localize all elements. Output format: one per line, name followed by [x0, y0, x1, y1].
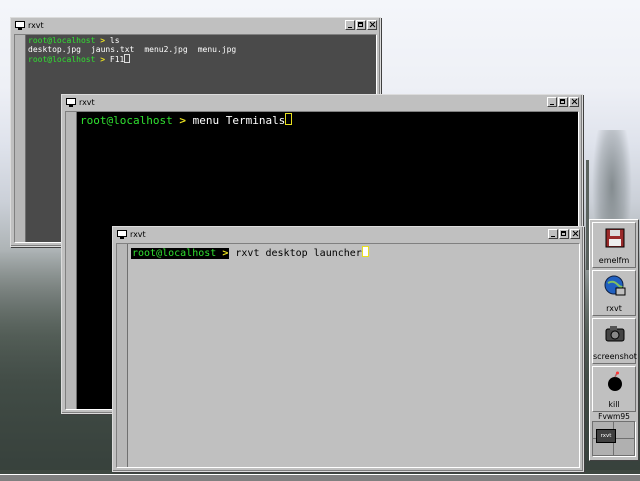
prompt-user: root@localhost [28, 36, 96, 45]
bomb-icon [608, 371, 622, 391]
file-name: jauns.txt [90, 45, 135, 54]
close-button[interactable] [570, 229, 580, 239]
file-name: menu.jpg [197, 45, 237, 54]
pager-desk[interactable] [614, 439, 635, 456]
close-button[interactable] [367, 20, 377, 30]
window-title: rxvt [79, 98, 95, 107]
close-button[interactable] [569, 97, 579, 107]
window-title: rxvt [130, 230, 146, 239]
launcher-label: screenshot [593, 352, 637, 361]
launcher-screenshot[interactable]: screenshot [592, 318, 637, 364]
minimize-button[interactable] [548, 229, 558, 239]
terminal-content[interactable]: root@localhost > rxvt desktop launcher [128, 244, 579, 467]
scrollbar[interactable] [15, 35, 26, 242]
launcher-label: kill [608, 400, 620, 409]
ls-output: desktop.jpg jauns.txt menu2.jpg menu.jpg [28, 45, 374, 54]
launcher-rxvt[interactable]: rxvt [592, 270, 636, 316]
prompt-arrow: > [179, 114, 186, 127]
floppy-disk-icon [605, 228, 625, 248]
command-text: ls [109, 36, 120, 45]
launcher-label: emelfm [598, 256, 630, 265]
maximize-button[interactable] [558, 97, 568, 107]
scrollbar[interactable] [117, 244, 128, 467]
launcher-kill[interactable]: kill [592, 366, 636, 412]
prompt-box: root@localhost > [131, 248, 230, 259]
window-menu-icon[interactable] [66, 98, 76, 107]
file-name: menu2.jpg [144, 45, 188, 54]
window-title: rxvt [28, 21, 44, 30]
title-bar[interactable]: rxvt [65, 97, 579, 110]
launcher-emelfm[interactable]: emelfm [592, 222, 636, 268]
title-bar[interactable]: rxvt [14, 20, 377, 33]
scrollbar[interactable] [66, 112, 77, 409]
desktop-pager[interactable]: rxvt [592, 421, 636, 457]
prompt-arrow: > [100, 36, 106, 45]
prompt-user: root@localhost [132, 248, 217, 259]
window-menu-icon[interactable] [117, 230, 127, 239]
globe-monitor-icon [604, 275, 626, 296]
text-cursor [285, 113, 293, 125]
pager-desk[interactable] [614, 422, 635, 439]
camera-icon [605, 326, 625, 342]
command-text: F11 [109, 55, 125, 64]
minimize-button[interactable] [345, 20, 355, 30]
minimize-button[interactable] [547, 97, 557, 107]
command-text: menu Terminals [192, 114, 286, 127]
launcher-label: rxvt [606, 304, 622, 313]
maximize-button[interactable] [356, 20, 366, 30]
terminal-line: root@localhost > F11 [28, 54, 374, 64]
prompt-user: root@localhost [28, 55, 96, 64]
text-cursor [124, 54, 131, 63]
terminal-line: root@localhost > menu Terminals [80, 113, 575, 128]
fvwm-button-bar: emelfm rxvt screenshot kill Fvwm95 rxvt [589, 219, 639, 461]
text-cursor [361, 246, 369, 257]
terminal-line: root@localhost > ls [28, 36, 374, 45]
rxvt-window-3[interactable]: rxvt root@localhost > rxvt desktop launc… [112, 226, 584, 472]
pager-window[interactable]: rxvt [596, 429, 616, 443]
command-text: rxvt desktop launcher [235, 248, 362, 259]
terminal-line: root@localhost > rxvt desktop launcher [131, 246, 576, 260]
maximize-button[interactable] [559, 229, 569, 239]
pager-title: Fvwm95 [598, 412, 630, 421]
terminal-area[interactable]: root@localhost > rxvt desktop launcher [116, 243, 580, 468]
title-bar[interactable]: rxvt [116, 229, 580, 242]
file-name: desktop.jpg [28, 45, 81, 54]
window-menu-icon[interactable] [15, 21, 25, 30]
prompt-arrow: > [100, 55, 106, 64]
prompt-user: root@localhost [80, 114, 173, 127]
prompt-arrow: > [222, 248, 229, 259]
